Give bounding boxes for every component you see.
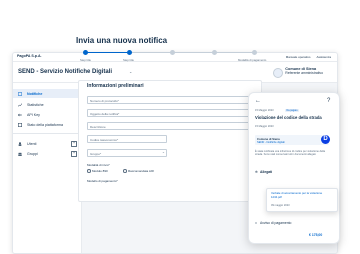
step-2-dot bbox=[127, 50, 132, 55]
protocol-field[interactable]: Numero di protocollo* bbox=[87, 96, 253, 104]
open-external-icon[interactable]: + bbox=[71, 151, 77, 158]
sidebar-item-statistiche[interactable]: Statistiche bbox=[13, 100, 81, 109]
mobile-preview: ← ? 15 Maggio 2023 Da pagare Violazione … bbox=[248, 92, 340, 244]
back-arrow-icon[interactable]: ← bbox=[255, 98, 261, 104]
send-logo-icon: D bbox=[321, 135, 330, 144]
brand-label: PagoPA S.p.A. bbox=[17, 54, 42, 58]
sidebar-item-label: API Key bbox=[27, 112, 40, 117]
radio-890-label: Modulo 890 bbox=[92, 169, 108, 173]
groups-icon bbox=[18, 152, 22, 156]
top-links: Manuale operativo Assistenza bbox=[286, 55, 331, 59]
payment-icon: □ bbox=[255, 221, 258, 225]
key-icon bbox=[18, 113, 22, 116]
sidebar-item-api-key[interactable]: API Key bbox=[13, 110, 81, 119]
step-1-label: Step title bbox=[80, 58, 91, 62]
sidebar-item-notifiche[interactable]: Notifiche bbox=[13, 89, 81, 98]
form-heading: Informazioni preliminari bbox=[87, 83, 144, 89]
step-3-dot bbox=[170, 50, 175, 55]
attachments-label: Allegati bbox=[260, 170, 273, 174]
manual-link[interactable]: Manuale operativo bbox=[286, 55, 311, 59]
chevron-down-icon: ⌄ bbox=[162, 150, 165, 154]
step-5-label: Modalità di pagamento bbox=[238, 58, 267, 62]
chevron-down-icon[interactable]: ⌄ bbox=[129, 69, 132, 74]
payment-label: Avviso di pagamento bbox=[260, 221, 292, 225]
app-title: SEND - Servizio Notifiche Digitali bbox=[18, 69, 113, 75]
sidebar-item-gruppi[interactable]: Gruppi + bbox=[13, 149, 81, 158]
sidebar-item-label: Statistiche bbox=[27, 102, 44, 107]
radio-890[interactable] bbox=[87, 169, 91, 173]
attachment-date: 09 maggio 2023 bbox=[271, 204, 290, 207]
sidebar-divider bbox=[13, 133, 81, 134]
sidebar-item-label: Gruppi bbox=[27, 151, 38, 156]
sender-sub: SEND - Notifiche digitali bbox=[257, 140, 285, 144]
description-field[interactable]: Descrizione bbox=[87, 122, 253, 130]
users-icon bbox=[18, 141, 22, 146]
page-title: Invia una nuova notifica bbox=[76, 36, 168, 45]
sidebar-item-utenti[interactable]: Utenti + bbox=[13, 139, 81, 148]
notification-body: È stata notificata una infrazione di cod… bbox=[255, 150, 326, 157]
attachments-icon: ⊕ bbox=[255, 170, 258, 174]
help-icon[interactable]: ? bbox=[327, 98, 330, 104]
radio-raccomandata-label: Raccomandata A/R bbox=[128, 169, 154, 173]
amount-value: € 175,00 bbox=[309, 233, 323, 237]
status-badge: Da pagare bbox=[285, 108, 300, 113]
sender-box: Comune di Siena SEND - Notifiche digital… bbox=[255, 135, 329, 145]
notification-title: Violazione del codice della strada bbox=[255, 115, 322, 120]
attachment-card[interactable]: Verbale di accertamento per la violazion… bbox=[266, 188, 338, 212]
step-5-dot bbox=[252, 50, 257, 55]
chart-icon bbox=[18, 102, 22, 107]
sidebar: Notifiche Statistiche API Key Stato dell… bbox=[13, 83, 82, 253]
stepper: Step title Step title Modalità di pagame… bbox=[80, 50, 280, 64]
subject-field[interactable]: Oggetto della notifica* bbox=[87, 109, 253, 117]
status-icon bbox=[18, 122, 22, 127]
sidebar-item-stato[interactable]: Stato della piattaforma bbox=[13, 120, 81, 129]
payment-model-label: Modello di pagamento* bbox=[87, 179, 118, 183]
sidebar-item-label: Utenti bbox=[27, 141, 37, 146]
stepper-progress bbox=[85, 52, 127, 53]
step-2-label: Step title bbox=[123, 58, 134, 62]
org-role: Referente amministrativo bbox=[285, 71, 323, 75]
delivery-label: Modalità di invio* bbox=[87, 163, 110, 167]
step-1-dot bbox=[83, 50, 88, 55]
form-card: Informazioni preliminari Numero di proto… bbox=[78, 80, 262, 202]
org-switcher[interactable]: Comune di Siena Referente amministrativo bbox=[273, 67, 323, 78]
sidebar-item-label: Stato della piattaforma bbox=[27, 122, 63, 127]
attachment-title[interactable]: Verbale di accertamento per la violazion… bbox=[271, 191, 333, 199]
step-4-dot bbox=[212, 50, 217, 55]
group-select[interactable]: Gruppo* bbox=[87, 149, 167, 157]
notification-date: 15 Maggio 2023 bbox=[255, 109, 274, 112]
notification-meta: 15 Maggio 2023 bbox=[255, 125, 274, 128]
help-link[interactable]: Assistenza bbox=[316, 55, 331, 59]
taxonomy-field[interactable]: Codice tassonomico* bbox=[87, 135, 167, 143]
sidebar-item-label: Notifiche bbox=[27, 91, 43, 96]
org-avatar bbox=[273, 68, 284, 78]
open-external-icon[interactable]: + bbox=[71, 141, 77, 148]
mail-icon bbox=[18, 91, 22, 96]
radio-raccomandata[interactable] bbox=[123, 169, 127, 173]
